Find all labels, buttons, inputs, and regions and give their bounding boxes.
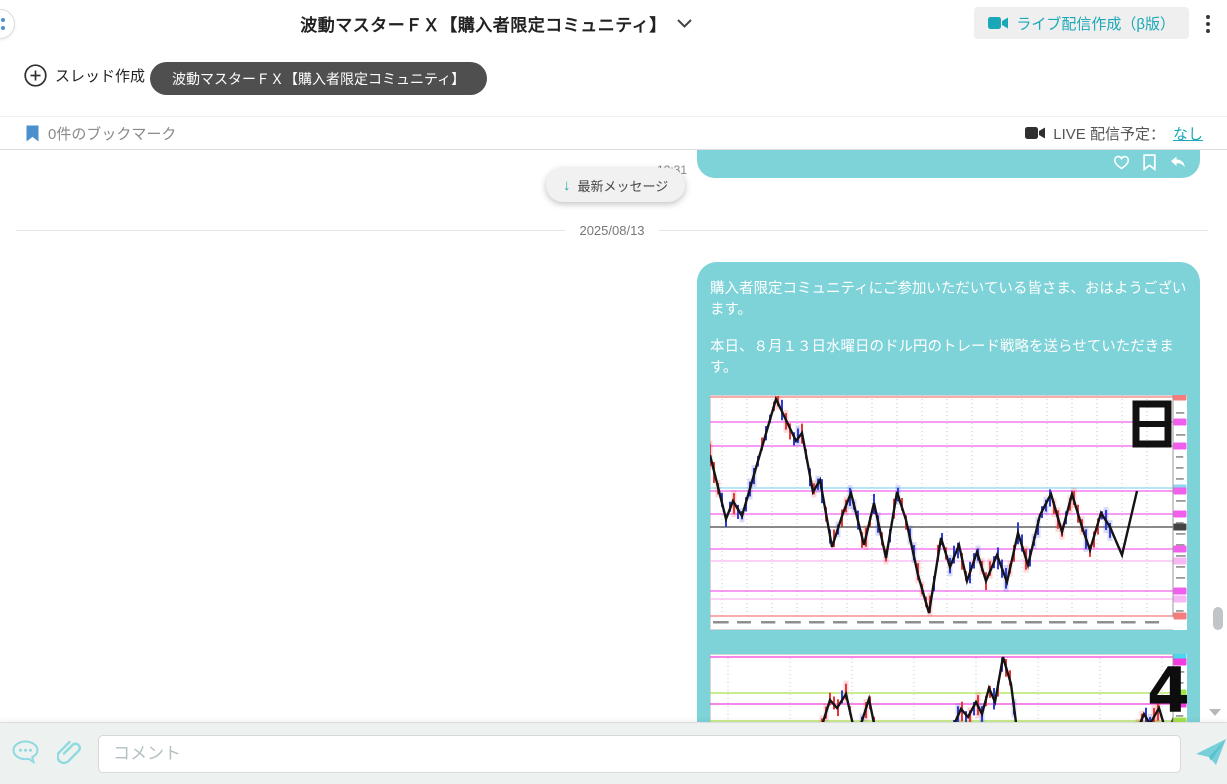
bookmark-bar: 0件のブックマーク LIVE 配信予定： なし — [0, 116, 1227, 150]
attach-paperclip-icon[interactable] — [56, 739, 83, 768]
live-schedule-label: LIVE 配信予定： — [1053, 125, 1165, 143]
live-schedule: LIVE 配信予定： なし — [1025, 123, 1203, 144]
bookmark-icon — [26, 125, 39, 141]
message-paragraph: 本日、８月１３日水曜日のドル円のトレード戦略を送らせていただきます。 — [710, 339, 1174, 377]
more-options-kebab-icon[interactable] — [1199, 13, 1217, 35]
like-heart-icon[interactable] — [1113, 154, 1130, 171]
arrow-down-icon: ↓ — [563, 176, 571, 194]
comment-input[interactable] — [98, 734, 1181, 773]
four-hour-timeframe-label: 4 — [1147, 654, 1187, 722]
page-title: 波動マスターＦＸ【購入者限定コミュニティ】 — [300, 15, 667, 35]
send-paper-plane-icon[interactable] — [1195, 737, 1227, 770]
chevron-down-icon — [677, 18, 692, 28]
latest-message-button[interactable]: ↓ 最新メッセージ — [546, 168, 686, 202]
previous-message-bubble — [697, 150, 1200, 178]
channel-title-dropdown[interactable]: 波動マスターＦＸ【購入者限定コミュニティ】 — [0, 0, 992, 46]
video-camera-dark-icon — [1025, 127, 1046, 139]
live-broadcast-create-button[interactable]: ライブ配信作成（β版） — [974, 7, 1189, 39]
live-schedule-none-link[interactable]: なし — [1173, 123, 1203, 144]
title-bar: 波動マスターＦＸ【購入者限定コミュニティ】 ライブ配信作成（β版） — [0, 0, 1227, 46]
date-divider-label: 2025/08/13 — [579, 222, 645, 238]
plus-circle-icon — [24, 64, 47, 87]
bookmark-count-label: 0件のブックマーク — [48, 125, 177, 143]
four-hour-chart-image[interactable]: 4 — [710, 654, 1187, 722]
bookmark-count-button[interactable]: 0件のブックマーク — [26, 123, 176, 144]
comment-composer — [0, 722, 1227, 784]
bookmark-message-icon[interactable] — [1141, 154, 1158, 172]
message-bubble: 購入者限定コミュニティにご参加いただいている皆さま、おはようございます。 本日、… — [697, 262, 1200, 722]
date-divider: 2025/08/13 — [16, 221, 1208, 239]
scrollbar-thumb[interactable] — [1213, 607, 1223, 630]
latest-message-label: 最新メッセージ — [577, 178, 669, 194]
message-feed: 12:31 ↓ 最新メッセージ 2025/08/13 購入者限定コミュニティにご… — [0, 150, 1227, 722]
chart-gap — [710, 630, 1187, 654]
message-paragraph: 購入者限定コミュニティにご参加いただいている皆さま、おはようございます。 — [710, 281, 1187, 319]
thread-row: スレッド作成 波動マスターＦＸ【購入者限定コミュニティ】 — [0, 46, 1227, 116]
thread-create-label: スレッド作成 — [55, 68, 146, 85]
comment-bubble-icon[interactable] — [12, 740, 39, 767]
live-button-label: ライブ配信作成（β版） — [1016, 15, 1175, 33]
daily-chart-image[interactable]: 日 — [710, 395, 1187, 631]
scroll-down-arrow-icon[interactable] — [1209, 709, 1221, 716]
active-thread-tab[interactable]: 波動マスターＦＸ【購入者限定コミュニティ】 — [150, 62, 488, 95]
thread-create-button[interactable]: スレッド作成 — [24, 64, 145, 87]
reply-icon[interactable] — [1169, 154, 1186, 171]
active-thread-label: 波動マスターＦＸ【購入者限定コミュニティ】 — [172, 70, 466, 87]
video-camera-icon — [988, 17, 1009, 29]
